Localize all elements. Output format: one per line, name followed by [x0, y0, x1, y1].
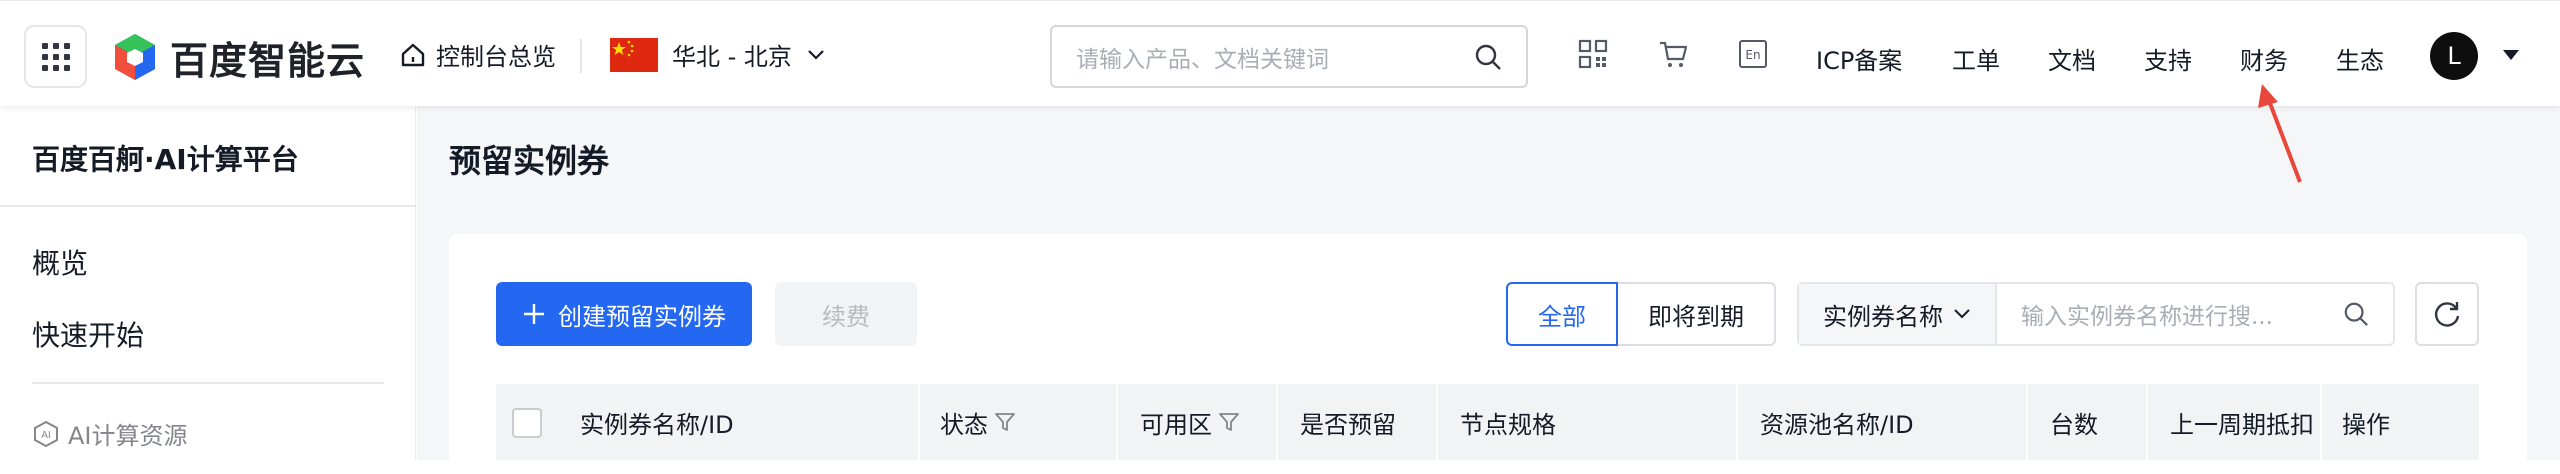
sidebar-group-ai-resources[interactable]: AI AI计算资源: [32, 416, 188, 451]
column-divider: [1736, 384, 1738, 460]
svg-text:En: En: [1745, 48, 1760, 62]
nav-support[interactable]: 支持: [2144, 41, 2192, 76]
column-divider: [2146, 384, 2148, 460]
voucher-search-input[interactable]: 输入实例券名称进行搜...: [1997, 284, 2393, 344]
caret-down-icon[interactable]: [2503, 50, 2519, 60]
language-icon[interactable]: En: [1738, 39, 1768, 69]
console-overview-link[interactable]: 控制台总览: [400, 37, 556, 72]
refresh-button[interactable]: [2415, 282, 2479, 346]
sidebar-title: 百度百舸·AI计算平台: [32, 143, 299, 176]
brand-name: 百度智能云: [170, 38, 366, 83]
column-header-reserved: 是否预留: [1300, 410, 1396, 439]
column-header-zone[interactable]: 可用区: [1140, 384, 1240, 460]
segment-all[interactable]: 全部: [1506, 282, 1618, 346]
list-card: 创建预留实例券 续费 全部 即将到期 实例券名称 输入实例券名称进行搜... 实…: [449, 234, 2527, 474]
search-icon[interactable]: [1474, 43, 1502, 71]
page-title: 预留实例券: [449, 142, 610, 180]
segment-expiring[interactable]: 即将到期: [1618, 282, 1776, 346]
table-header: 实例券名称/ID 状态 可用区 是否预留 节点规格 资源池名称/ID 台数 上一…: [496, 384, 2479, 460]
sidebar: 百度百舸·AI计算平台 概览 快速开始 AI AI计算资源: [0, 106, 416, 460]
brand-logo[interactable]: 百度智能云: [110, 31, 365, 83]
console-overview-label: 控制台总览: [436, 43, 556, 71]
user-avatar[interactable]: L: [2430, 32, 2478, 80]
nav-ticket[interactable]: 工单: [1952, 41, 2000, 76]
create-reserved-voucher-button[interactable]: 创建预留实例券: [496, 282, 752, 346]
nav-docs[interactable]: 文档: [2048, 41, 2096, 76]
global-search-input[interactable]: 请输入产品、文档关键词: [1050, 25, 1528, 88]
divider: [580, 39, 582, 73]
renew-button[interactable]: 续费: [775, 282, 917, 346]
search-icon[interactable]: [2343, 301, 2369, 327]
shopping-cart-icon[interactable]: [1658, 39, 1688, 69]
column-divider: [918, 384, 920, 460]
sidebar-item-overview[interactable]: 概览: [32, 242, 88, 282]
column-header-actions: 操作: [2342, 410, 2390, 439]
nav-icp-filing[interactable]: ICP备案: [1816, 41, 1902, 76]
nav-finance[interactable]: 财务: [2240, 41, 2288, 76]
region-label: 华北 - 北京: [672, 43, 792, 71]
filter-icon[interactable]: [994, 411, 1016, 433]
column-header-resource-pool: 资源池名称/ID: [1760, 410, 1914, 439]
chevron-down-icon: [1954, 309, 1970, 319]
chevron-down-icon: [808, 49, 824, 60]
column-divider: [1436, 384, 1438, 460]
refresh-icon: [2434, 302, 2460, 327]
filter-icon[interactable]: [1218, 411, 1240, 433]
sidebar-group-label: AI计算资源: [68, 422, 188, 450]
column-divider: [1276, 384, 1278, 460]
column-header-status[interactable]: 状态: [940, 384, 1016, 460]
nav-ecosystem[interactable]: 生态: [2336, 41, 2384, 76]
column-divider: [1116, 384, 1118, 460]
home-icon: [401, 43, 425, 66]
column-divider: [2026, 384, 2028, 460]
column-header-node-spec: 节点规格: [1460, 410, 1556, 439]
select-all-checkbox[interactable]: [512, 408, 542, 438]
region-selector[interactable]: 华北 - 北京: [610, 37, 826, 72]
filter-field-select[interactable]: 实例券名称: [1799, 284, 1997, 344]
status-segment: 全部 即将到期: [1506, 282, 1776, 346]
ai-chip-icon: AI: [34, 420, 58, 447]
grid-icon: [41, 42, 70, 71]
main-content: 预留实例券 创建预留实例券 续费 全部 即将到期 实例券名称 输入实例券名称进行…: [417, 106, 2560, 474]
china-flag-icon: [610, 37, 658, 72]
divider: [32, 382, 384, 384]
search-placeholder: 请输入产品、文档关键词: [1076, 46, 1329, 73]
voucher-search-placeholder: 输入实例券名称进行搜...: [2021, 304, 2273, 330]
voucher-search-filter: 实例券名称 输入实例券名称进行搜...: [1797, 282, 2395, 346]
app-grid-button[interactable]: [24, 25, 87, 88]
column-header-count: 台数: [2050, 410, 2098, 439]
plus-icon: [524, 304, 544, 324]
qr-code-icon[interactable]: [1578, 39, 1608, 69]
divider: [0, 205, 416, 207]
svg-text:AI: AI: [41, 430, 51, 441]
filter-field-label: 实例券名称: [1823, 302, 1943, 331]
logo-mark-icon: [115, 34, 155, 80]
column-header-last-deduction: 上一周期抵扣: [2170, 410, 2314, 439]
sidebar-item-quick-start[interactable]: 快速开始: [32, 314, 144, 354]
column-header-name: 实例券名称/ID: [580, 410, 734, 439]
top-navigation-bar: 百度智能云 控制台总览 华北 - 北京 请输入产品、文档关键词 En ICP备案…: [0, 0, 2560, 106]
annotation-arrow: [2258, 84, 2302, 183]
column-divider: [2320, 384, 2322, 460]
create-button-label: 创建预留实例券: [558, 302, 726, 331]
